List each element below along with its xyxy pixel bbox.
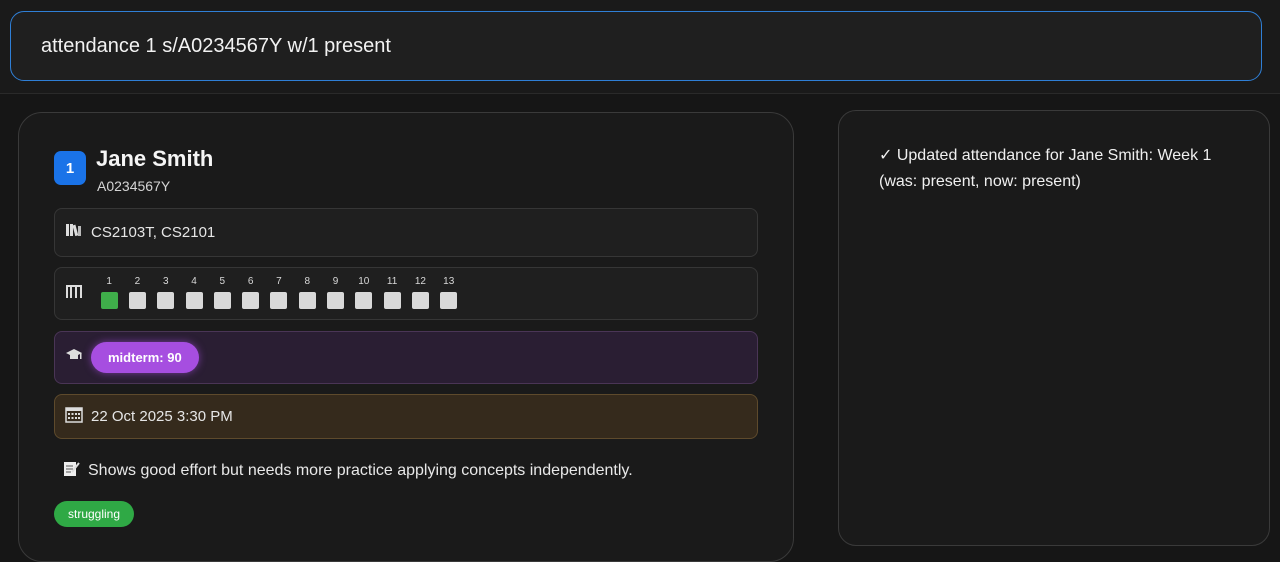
week-status-box [100,292,118,309]
grades-row: midterm: 90 [54,331,758,384]
student-id: A0234567Y [97,178,171,194]
courses-row: CS2103T, CS2101 [54,208,758,257]
attendance-week: 12 [406,276,434,309]
week-number: 1 [106,276,112,287]
attendance-week: 8 [293,276,321,309]
week-number: 12 [414,276,426,287]
attendance-week: 13 [435,276,463,309]
attendance-week: 11 [378,276,406,309]
student-card[interactable]: 1 Jane Smith A0234567Y CS2103T, CS2101 1… [18,112,794,562]
tag-chip[interactable]: struggling [54,501,135,527]
week-number: 2 [134,276,141,287]
week-number: 7 [276,276,282,287]
attendance-row: 1 2 3 4 5 6 7 8 9 10 11 12 13 [54,267,758,320]
week-number: 6 [247,276,254,287]
command-input[interactable] [10,11,1262,81]
result-message: ✓ Updated attendance for Jane Smith: Wee… [879,147,1212,190]
bar-chart-icon [65,283,87,304]
week-number: 13 [443,276,455,287]
week-status-box [327,292,345,309]
attendance-week: 1 [95,276,123,309]
result-display: ✓ Updated attendance for Jane Smith: Wee… [838,110,1270,546]
week-status-box [411,292,429,309]
courses-text: CS2103T, CS2101 [91,224,216,241]
calendar-icon [65,406,87,428]
session-row: 22 Oct 2025 3:30 PM [54,394,758,439]
week-status-box [270,292,288,309]
attendance-week: 5 [208,276,236,309]
week-status-box [213,292,231,309]
week-number: 9 [332,276,339,287]
week-status-box [355,292,373,309]
session-text: 22 Oct 2025 3:30 PM [91,408,233,425]
remark-text: Shows good effort but needs more practic… [88,461,633,479]
week-number: 5 [219,276,226,287]
week-status-box [383,292,401,309]
attendance-week: 10 [350,276,378,309]
attendance-week: 6 [236,276,264,309]
grade-chip[interactable]: midterm: 90 [91,342,199,373]
student-name: Jane Smith [96,146,214,171]
books-icon [65,222,87,243]
week-status-box [298,292,316,309]
graduation-cap-icon [65,347,87,368]
week-status-box [157,292,175,309]
week-status-box [185,292,203,309]
remark: Shows good effort but needs more practic… [63,460,633,481]
attendance-week: 2 [123,276,151,309]
attendance-weeks: 1 2 3 4 5 6 7 8 9 10 11 12 13 [95,276,463,309]
memo-icon [63,460,80,481]
attendance-week: 4 [180,276,208,309]
attendance-week: 9 [321,276,349,309]
week-status-box [242,292,260,309]
week-status-box [128,292,146,309]
index-badge: 1 [54,151,86,185]
attendance-week: 3 [152,276,180,309]
week-number: 8 [304,276,310,287]
week-status-box [440,292,458,309]
week-number: 3 [162,276,169,287]
command-bar [0,0,1280,94]
week-number: 4 [191,276,197,287]
attendance-week: 7 [265,276,293,309]
week-number: 10 [358,276,370,287]
week-number: 11 [386,276,398,287]
